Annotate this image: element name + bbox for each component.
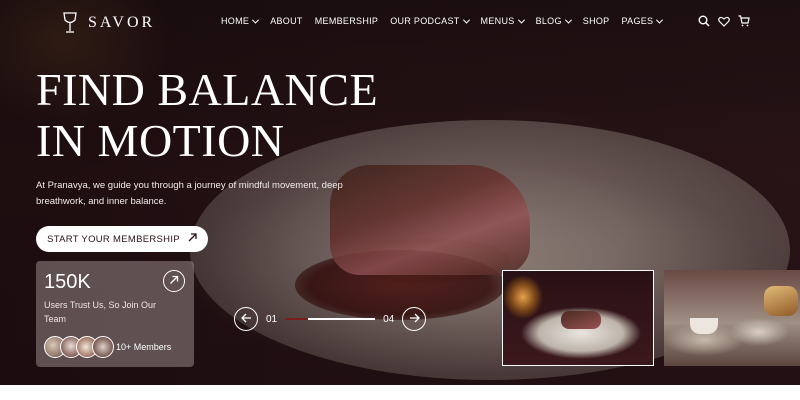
nav-item-home[interactable]: HOME: [221, 16, 260, 26]
stats-card: 150K Users Trust Us, So Join Our Team 10…: [36, 261, 194, 367]
main-nav: HOME ABOUT MEMBERSHIP OUR PODCAST MENUS …: [221, 16, 674, 26]
arrow-up-right-icon: [169, 272, 179, 290]
arrow-right-icon: [409, 310, 420, 328]
arrow-up-right-icon: [188, 233, 197, 245]
wine-glass-icon: [62, 12, 78, 34]
stats-arrow-button[interactable]: [163, 270, 185, 292]
nav-item-menus[interactable]: MENUS: [480, 16, 525, 26]
search-icon[interactable]: [698, 14, 710, 32]
nav-label: MEMBERSHIP: [314, 16, 379, 26]
header-actions: [698, 14, 750, 32]
hero-subtext: At Pranavya, we guide you through a jour…: [36, 180, 343, 207]
slider-controls: 01 04: [234, 307, 427, 331]
stats-description: Users Trust Us, So Join Our Team: [44, 300, 157, 324]
members-count: 10+ Members: [116, 342, 172, 352]
hero-headline: FIND BALANCE IN MOTION: [36, 64, 378, 166]
cta-label: START YOUR MEMBERSHIP: [47, 233, 180, 245]
start-membership-button[interactable]: START YOUR MEMBERSHIP: [36, 226, 208, 252]
nav-label: BLOG: [535, 16, 562, 26]
nav-label: ABOUT: [270, 16, 303, 26]
thumbnail-pastry-image: [764, 286, 798, 316]
brand-name: SAVOR: [88, 14, 156, 31]
current-slide-number: 01: [266, 313, 278, 325]
brand-logo[interactable]: SAVOR: [62, 12, 155, 34]
nav-label: HOME: [221, 16, 250, 26]
nav-label: SHOP: [582, 16, 610, 26]
nav-label: MENUS: [480, 16, 515, 26]
thumbnail-coffee-pastries[interactable]: [664, 270, 800, 366]
chevron-down-icon: [656, 16, 664, 24]
nav-item-blog[interactable]: BLOG: [535, 16, 572, 26]
headline-line-1: FIND BALANCE: [36, 64, 379, 115]
stats-number: 150K: [44, 271, 91, 293]
next-slide-button[interactable]: [402, 307, 427, 331]
nav-item-shop[interactable]: SHOP: [583, 16, 610, 26]
chevron-down-icon: [252, 16, 260, 24]
avatar: [92, 336, 114, 358]
prev-slide-button[interactable]: [234, 307, 258, 331]
chevron-down-icon: [462, 16, 470, 24]
nav-label: PAGES: [621, 16, 654, 26]
nav-item-membership[interactable]: MEMBERSHIP: [315, 16, 379, 26]
thumbnail-steak-dish[interactable]: [502, 270, 654, 366]
chevron-down-icon: [517, 16, 525, 24]
headline-line-2: IN MOTION: [36, 115, 285, 166]
member-avatars: [44, 336, 114, 358]
slider-progress-fill: [285, 318, 308, 320]
chevron-down-icon: [564, 16, 572, 24]
nav-label: OUR PODCAST: [390, 16, 460, 26]
total-slide-number: 04: [383, 313, 395, 325]
slider-progress-bar: [285, 318, 376, 320]
nav-item-pages[interactable]: PAGES: [621, 16, 664, 26]
arrow-left-icon: [240, 310, 252, 328]
nav-item-about[interactable]: ABOUT: [270, 16, 303, 26]
heart-icon[interactable]: [718, 14, 730, 32]
cart-icon[interactable]: [738, 14, 750, 32]
thumbnail-cup-image: [690, 318, 718, 334]
thumbnail-food-image: [561, 311, 601, 329]
nav-item-our-podcast[interactable]: OUR PODCAST: [390, 16, 470, 26]
